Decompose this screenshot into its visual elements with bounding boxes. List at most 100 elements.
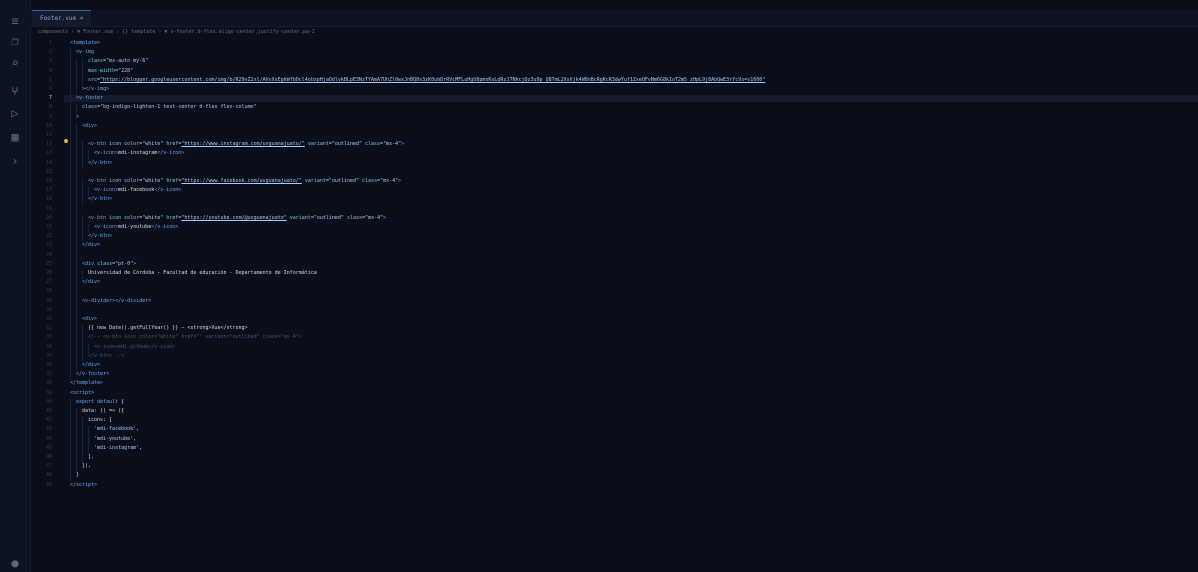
indent-guide bbox=[70, 463, 71, 473]
code-content[interactable]: <template> <v-img class="mx-auto my-6" max-… bbox=[64, 38, 1198, 568]
indent-guide bbox=[70, 306, 71, 316]
line-number: 2 bbox=[48, 49, 52, 56]
code-line[interactable]: <v-btn icon color="white" href="https://… bbox=[64, 141, 404, 148]
line-number: 30 bbox=[45, 306, 52, 313]
line-number: 47 bbox=[45, 463, 52, 470]
code-line[interactable]: data: () => ({ bbox=[64, 408, 124, 415]
line-number: 28 bbox=[45, 288, 52, 295]
indent-guide bbox=[76, 233, 77, 243]
source-control-icon[interactable]: ⑂ bbox=[8, 84, 22, 98]
indent-guide bbox=[76, 67, 77, 77]
indent-guide bbox=[82, 76, 83, 86]
code-line[interactable]: <div class="pt-0"> bbox=[64, 261, 136, 268]
code-line[interactable]: </script> bbox=[64, 482, 97, 489]
code-line[interactable]: <v-icon>mdi-github</v-icon> bbox=[64, 344, 175, 351]
indent-guide bbox=[76, 132, 77, 142]
indent-guide bbox=[70, 113, 71, 123]
code-line[interactable]: Universidad de Córdoba - Facultad de edu… bbox=[64, 270, 317, 277]
code-line[interactable]: <v-btn icon color="white" href="https://… bbox=[64, 215, 386, 222]
code-line[interactable]: icons: [ bbox=[64, 417, 112, 424]
indent-guide bbox=[82, 352, 83, 362]
indent-guide bbox=[70, 224, 71, 234]
indent-guide bbox=[82, 334, 83, 344]
indent-guide bbox=[70, 95, 71, 105]
indent-guide bbox=[76, 270, 77, 280]
menu-icon[interactable]: ≡ bbox=[8, 14, 22, 28]
code-line[interactable]: <v-img bbox=[64, 49, 94, 56]
code-line[interactable] bbox=[64, 132, 82, 139]
code-line[interactable]: <v-divider></v-divider> bbox=[64, 298, 151, 305]
code-line[interactable]: <template> bbox=[64, 40, 100, 47]
code-editor-window: ≡ ❐ ⌕ ⑂ ▷ ▦ › ● Footer.vue × components … bbox=[0, 0, 1198, 572]
code-line[interactable]: <div> bbox=[64, 316, 97, 323]
code-line[interactable]: 'mdi-youtube', bbox=[64, 436, 136, 443]
line-number: 18 bbox=[45, 196, 52, 203]
code-line[interactable]: <div> bbox=[64, 123, 97, 130]
code-line[interactable]: </v-btn> --> bbox=[64, 353, 124, 360]
extensions-icon[interactable]: ▦ bbox=[8, 130, 22, 144]
line-number: 4 bbox=[48, 67, 52, 74]
code-line[interactable]: <v-btn icon color="white" href="https://… bbox=[64, 178, 401, 185]
indent-guide bbox=[76, 178, 77, 188]
indent-guide bbox=[76, 224, 77, 234]
files-icon[interactable]: ❐ bbox=[8, 34, 22, 48]
indent-guide bbox=[88, 150, 89, 160]
code-line[interactable]: </v-btn> bbox=[64, 196, 112, 203]
code-line[interactable]: }), bbox=[64, 463, 91, 470]
run-debug-icon[interactable]: ▷ bbox=[8, 106, 22, 120]
code-line[interactable]: <script> bbox=[64, 390, 94, 397]
code-line[interactable]: max-width="228" bbox=[64, 68, 133, 75]
line-number: 38 bbox=[45, 380, 52, 387]
indent-guide bbox=[76, 417, 77, 427]
code-line[interactable] bbox=[64, 307, 82, 314]
indent-guide bbox=[70, 242, 71, 252]
code-line[interactable]: </template> bbox=[64, 380, 103, 387]
indent-guide bbox=[70, 408, 71, 418]
indent-guide bbox=[82, 325, 83, 335]
indent-guide bbox=[70, 316, 71, 326]
code-line[interactable] bbox=[64, 288, 82, 295]
close-icon[interactable]: × bbox=[80, 15, 84, 22]
code-line[interactable]: src="https://blogger.googleusercontent.c… bbox=[64, 77, 765, 84]
indent-guide bbox=[70, 352, 71, 362]
indent-guide bbox=[82, 159, 83, 169]
code-line[interactable] bbox=[64, 169, 82, 176]
code-line[interactable] bbox=[64, 206, 82, 213]
indent-guide bbox=[76, 242, 77, 252]
line-number: 42 bbox=[45, 417, 52, 424]
code-line[interactable]: </v-btn> bbox=[64, 160, 112, 167]
indent-guide bbox=[70, 132, 71, 142]
line-number: 12 bbox=[45, 141, 52, 148]
code-line[interactable]: ], bbox=[64, 454, 94, 461]
indent-guide bbox=[70, 49, 71, 59]
code-line[interactable]: export default { bbox=[64, 399, 124, 406]
breadcrumb[interactable]: components › ▼ Footer.vue › {} template … bbox=[30, 27, 1198, 37]
indent-guide bbox=[70, 417, 71, 427]
indent-guide bbox=[76, 463, 77, 473]
indent-guide bbox=[82, 224, 83, 234]
account-icon[interactable]: ● bbox=[8, 556, 22, 570]
indent-guide bbox=[70, 260, 71, 270]
remote-icon[interactable]: › bbox=[8, 154, 22, 168]
indent-guide bbox=[82, 343, 83, 353]
line-number: 9 bbox=[48, 113, 52, 120]
line-number: 19 bbox=[45, 205, 52, 212]
code-line[interactable]: </v-btn> bbox=[64, 233, 112, 240]
indent-guide bbox=[76, 279, 77, 289]
code-line[interactable]: > bbox=[64, 114, 79, 121]
line-number: 37 bbox=[45, 371, 52, 378]
code-line[interactable]: <v-footer bbox=[64, 95, 1198, 103]
code-line[interactable]: {{ new Date().getFullYear() }} — <strong… bbox=[64, 325, 248, 332]
line-number: 11 bbox=[45, 132, 52, 138]
editor-area[interactable]: 1 2 3 4 5 6 7 8 9 10 11 12 13 14 15 16 17 18 19 20 21 22 23 24 2… bbox=[30, 38, 1198, 568]
code-line[interactable] bbox=[64, 252, 82, 259]
indent-guide bbox=[88, 444, 89, 454]
search-icon[interactable]: ⌕ bbox=[8, 56, 22, 70]
code-line[interactable]: class="bg-indigo-lighten-1 text-center d… bbox=[64, 104, 257, 111]
indent-guide bbox=[70, 325, 71, 335]
line-number: 40 bbox=[45, 398, 52, 405]
tab-footer-vue[interactable]: Footer.vue × bbox=[32, 10, 92, 27]
code-line[interactable]: } bbox=[64, 472, 79, 479]
code-line[interactable]: <!-- <v-btn icon color="white" href="" v… bbox=[64, 334, 302, 341]
indent-guide bbox=[82, 426, 83, 436]
